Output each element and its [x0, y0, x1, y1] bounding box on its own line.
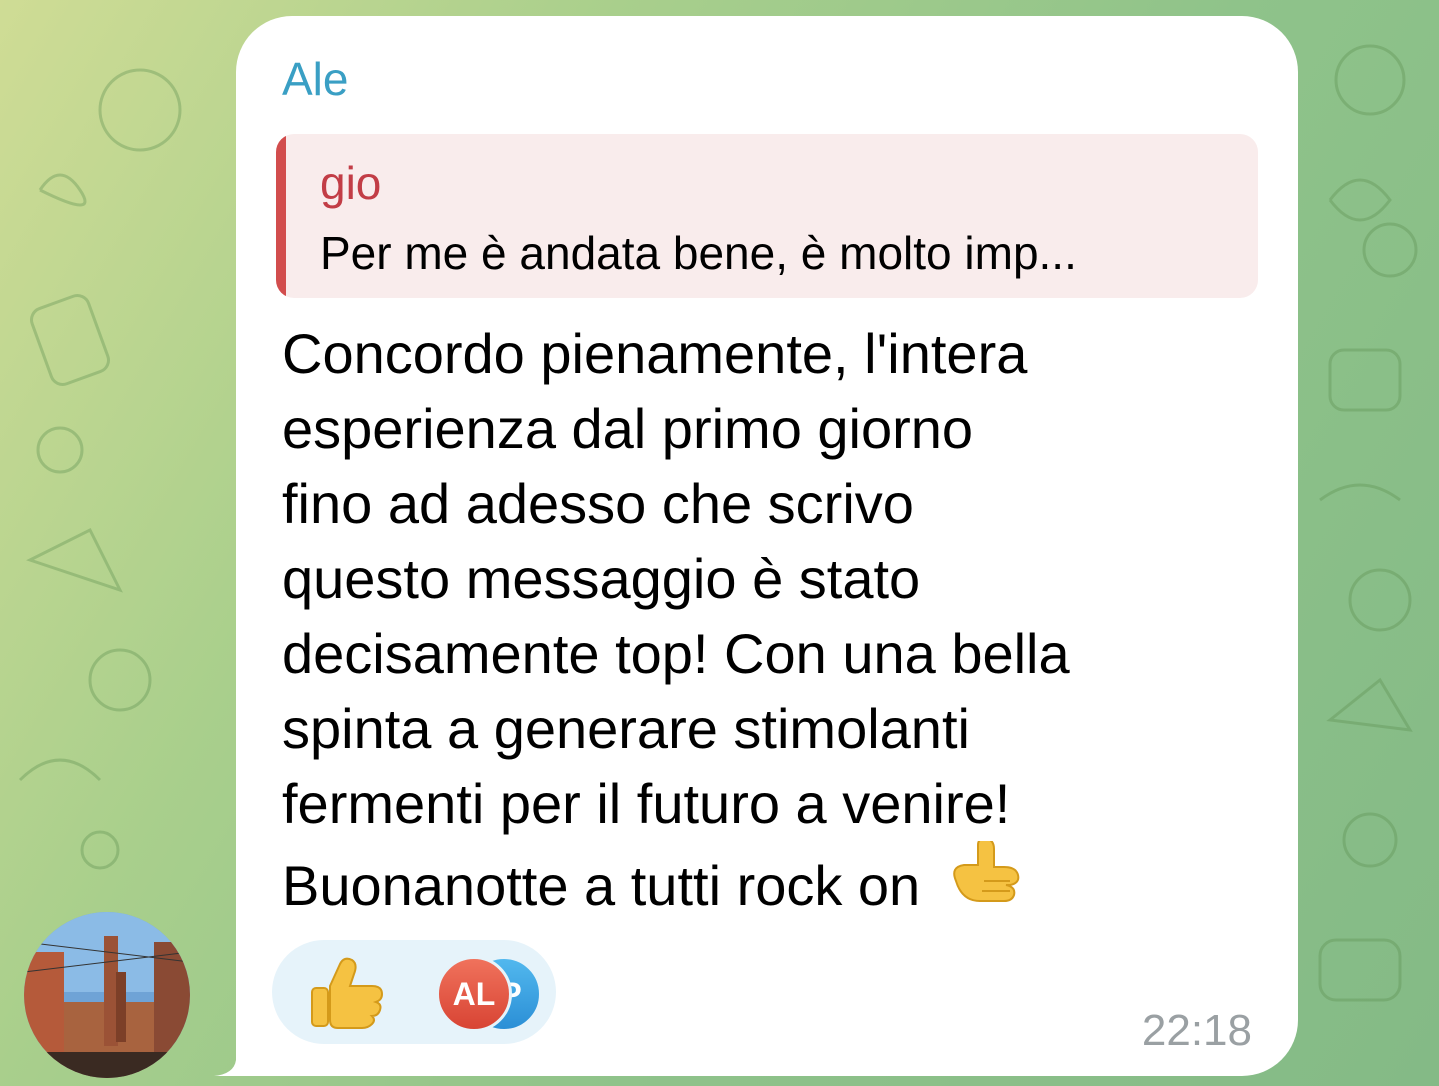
reply-preview[interactable]: gio Per me è andata bene, è molto imp...: [276, 134, 1258, 298]
message-line: questo messaggio è stato: [282, 547, 921, 610]
message-line: fino ad adesso che scrivo: [282, 472, 914, 535]
reply-author: gio: [320, 157, 382, 209]
message-last-line: Buonanotte a tutti rock on: [282, 841, 1262, 923]
message-line: Concordo pienamente, l'intera: [282, 322, 1028, 385]
avatar-photo: [24, 912, 190, 1078]
message-line: decisamente top! Con una bella: [282, 622, 1070, 685]
message-line: spinta a generare stimolanti: [282, 697, 970, 760]
call-me-hand-emoji: [953, 841, 1020, 902]
message-time: 22:18: [1141, 1006, 1252, 1055]
message-bubble[interactable]: Ale gio Per me è andata bene, è molto im…: [236, 16, 1298, 1076]
thumbs-up-emoji: [311, 957, 384, 1029]
reply-accent-bar: [276, 134, 286, 298]
sender-avatar[interactable]: [24, 912, 190, 1078]
message-line: Buonanotte a tutti rock on: [282, 854, 921, 917]
sender-name[interactable]: Ale: [282, 52, 348, 106]
reply-text: Per me è andata bene, è molto imp...: [320, 227, 1077, 279]
message-line: fermenti per il futuro a venire!: [282, 772, 1011, 835]
message-line: esperienza dal primo giorno: [282, 397, 974, 460]
reaction-pill[interactable]: AL P: [272, 940, 556, 1044]
message-text: Concordo pienamente, l'intera esperienza…: [282, 316, 1262, 923]
reaction-avatar-al: AL: [436, 956, 512, 1032]
